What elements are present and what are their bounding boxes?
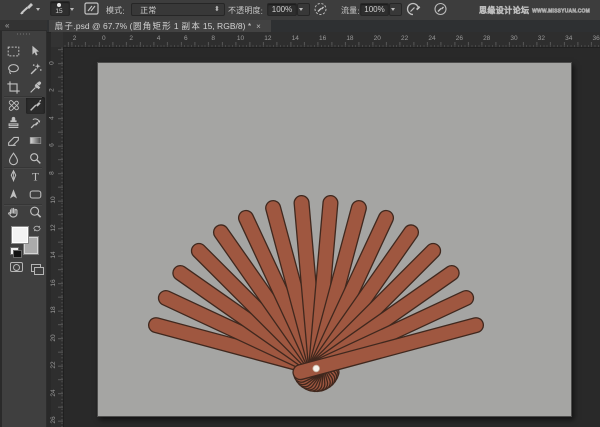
svg-text:T: T (32, 171, 39, 183)
